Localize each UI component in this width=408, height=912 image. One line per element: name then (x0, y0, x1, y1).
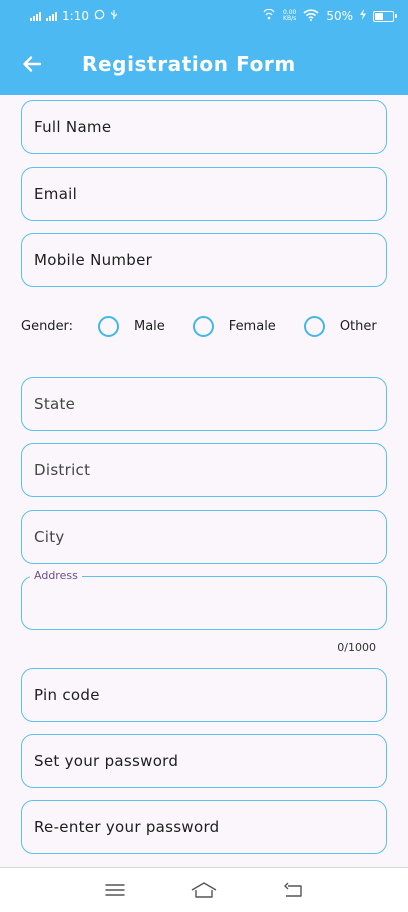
city-placeholder: City (34, 528, 65, 546)
system-nav-bar (0, 867, 408, 912)
confirm-password-field[interactable]: Re-enter your password (21, 800, 387, 854)
gender-option-male[interactable]: Male (98, 315, 165, 337)
radio-button-other[interactable] (303, 315, 325, 337)
back-button[interactable] (12, 44, 52, 84)
confirm-password-placeholder: Re-enter your password (34, 818, 220, 836)
mobile-number-placeholder: Mobile Number (34, 251, 153, 269)
wifi-icon (303, 8, 319, 24)
state-placeholder: State (34, 395, 76, 413)
back-nav-icon (284, 882, 303, 897)
mobile-number-field[interactable]: Mobile Number (21, 233, 387, 287)
city-field[interactable]: City (21, 510, 387, 564)
menu-icon (104, 884, 125, 896)
battery-fill (375, 12, 383, 20)
gender-option-label: Male (134, 318, 165, 334)
address-field[interactable]: Address (21, 569, 387, 630)
address-label: Address (30, 569, 82, 582)
status-left: 1:10 (30, 9, 118, 23)
gender-option-label: Female (228, 318, 276, 334)
app-bar: Registration Form (0, 32, 408, 95)
email-placeholder: Email (34, 185, 78, 203)
district-field[interactable]: District (21, 443, 387, 497)
gender-option-female[interactable]: Female (192, 315, 276, 337)
state-field[interactable]: State (21, 377, 387, 431)
gender-selector: Gender: Male Female Other (21, 311, 391, 341)
signal-icon (46, 11, 57, 21)
gender-option-other[interactable]: Other (303, 315, 377, 337)
back-nav-button[interactable] (275, 872, 311, 908)
password-field[interactable]: Set your password (21, 734, 387, 788)
volte-icon (262, 8, 276, 24)
home-button[interactable] (186, 872, 222, 908)
address-char-counter: 0/1000 (337, 641, 376, 654)
gender-label: Gender: (21, 318, 74, 334)
net-speed-unit: KB/s (283, 15, 297, 22)
gender-option-label: Other (339, 318, 377, 334)
district-placeholder: District (34, 461, 91, 479)
status-bar: 1:10 0.00 KB/s 50% (0, 0, 408, 32)
arrow-left-icon (23, 55, 42, 72)
full-name-placeholder: Full Name (34, 118, 112, 136)
radio-button-male[interactable] (98, 315, 119, 337)
battery-icon (373, 10, 397, 22)
net-speed: 0.00 KB/s (283, 10, 296, 22)
status-time: 1:10 (62, 9, 89, 23)
page-title: Registration Form (82, 51, 296, 76)
email-field[interactable]: Email (21, 167, 387, 221)
full-name-field[interactable]: Full Name (21, 100, 387, 154)
signal-icon (30, 11, 41, 21)
status-right: 0.00 KB/s 50% (262, 8, 397, 24)
radio-button-female[interactable] (192, 315, 214, 337)
pin-code-field[interactable]: Pin code (21, 668, 387, 722)
battery-percent: 50% (326, 9, 353, 23)
pin-code-placeholder: Pin code (34, 686, 100, 704)
charging-icon (360, 9, 366, 23)
password-placeholder: Set your password (34, 752, 179, 770)
whatsapp-icon (94, 9, 105, 23)
menu-button[interactable] (97, 872, 133, 908)
home-icon (191, 882, 217, 898)
usb-icon (110, 9, 118, 23)
